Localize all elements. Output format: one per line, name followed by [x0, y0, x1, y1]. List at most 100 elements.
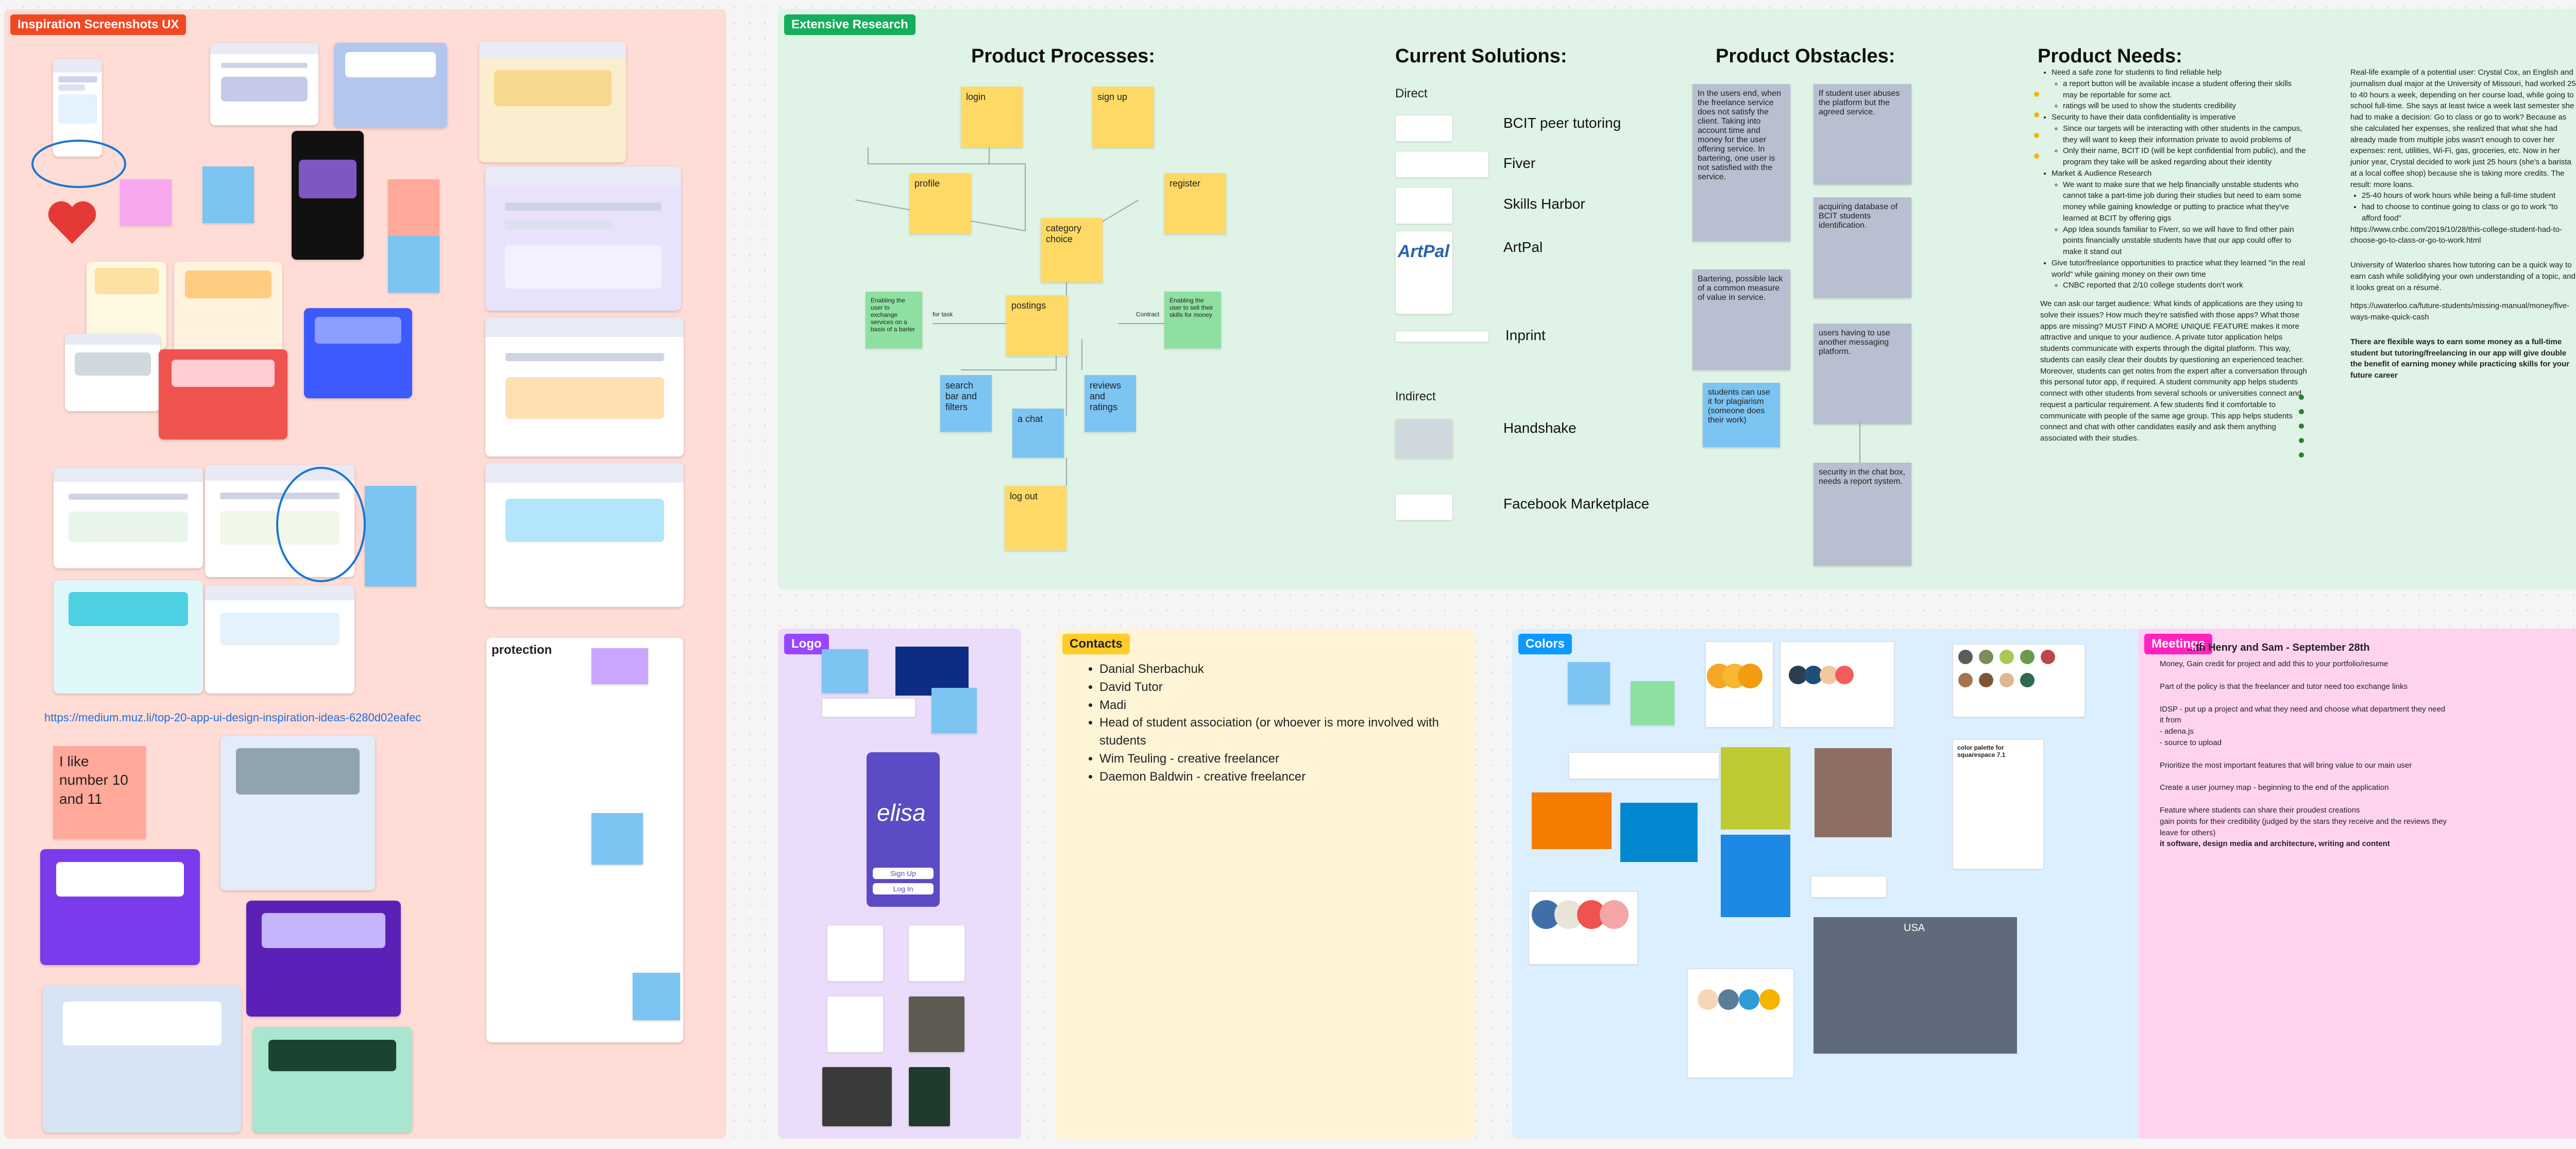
- color-swatch[interactable]: [1999, 673, 2014, 687]
- logo-concept[interactable]: [908, 1067, 951, 1127]
- flow-node-chat[interactable]: a chat: [1012, 409, 1064, 458]
- flow-node-profile[interactable]: profile: [909, 173, 971, 234]
- flow-node-reviews[interactable]: reviews and ratings: [1084, 375, 1136, 432]
- inspiration-screenshot[interactable]: [54, 580, 203, 694]
- flow-note-barter[interactable]: Enabling the user to exchange services o…: [866, 292, 922, 348]
- color-swatch[interactable]: [2041, 650, 2055, 664]
- inspiration-screenshot[interactable]: [43, 986, 241, 1133]
- sticky-note[interactable]: [591, 648, 648, 684]
- obstacle-note[interactable]: security in the chat box, needs a report…: [1814, 463, 1911, 566]
- flow-node-signup[interactable]: sign up: [1092, 87, 1154, 147]
- sticky-note[interactable]: [931, 688, 977, 733]
- flow-node-search[interactable]: search bar and filters: [940, 375, 992, 432]
- flow-note-sell[interactable]: Enabling the user to sell their skills f…: [1164, 292, 1221, 348]
- logo-concept[interactable]: [822, 1067, 892, 1127]
- obstacle-note[interactable]: Bartering, possible lack of a common mea…: [1692, 269, 1790, 370]
- meeting-line: Prioritize the most important features t…: [2160, 761, 2412, 770]
- sticky-note[interactable]: [388, 236, 439, 293]
- elisa-app-screen[interactable]: elisa Sign Up Log In: [867, 752, 940, 907]
- flow-node-category[interactable]: category choice: [1041, 218, 1103, 282]
- inspiration-screenshot[interactable]: [485, 166, 681, 311]
- research-section: Extensive Research Product Processes: Cu…: [778, 9, 2576, 589]
- color-swatch[interactable]: [1958, 650, 1973, 664]
- waterloo-link[interactable]: https://uwaterloo.ca/future-students/mis…: [2350, 300, 2576, 323]
- example-link[interactable]: https://www.cnbc.com/2019/10/28/this-col…: [2350, 224, 2576, 247]
- inspiration-screenshot[interactable]: [334, 43, 447, 128]
- obstacle-note[interactable]: users having to use another messaging pl…: [1814, 324, 1911, 424]
- solution-card[interactable]: [1395, 331, 1489, 342]
- solution-name: Skills Harbor: [1503, 196, 1585, 212]
- elisa-signup-button[interactable]: Sign Up: [873, 868, 934, 879]
- color-swatch[interactable]: [1835, 666, 1854, 684]
- meetings-section: Meetings ...th Henry and Sam - September…: [2138, 629, 2576, 1139]
- obstacle-note[interactable]: students can use it for plagiarism (some…: [1703, 383, 1780, 447]
- solution-card[interactable]: [1395, 187, 1453, 224]
- sticky-note[interactable]: [365, 486, 416, 586]
- color-swatch[interactable]: [1759, 989, 1780, 1010]
- inspiration-screenshot[interactable]: [205, 585, 354, 694]
- color-swatch[interactable]: [1739, 989, 1759, 1010]
- inspiration-screenshot[interactable]: [485, 463, 684, 607]
- logo-concept[interactable]: [908, 996, 965, 1053]
- color-swatch[interactable]: [1738, 664, 1762, 688]
- sticky-like-note[interactable]: I like number 10 and 11: [53, 746, 146, 839]
- solution-card[interactable]: [1395, 151, 1489, 178]
- solution-card[interactable]: [1395, 419, 1453, 459]
- obstacle-note[interactable]: In the users end, when the freelance ser…: [1692, 84, 1790, 241]
- solution-card[interactable]: [1395, 494, 1453, 520]
- color-swatch[interactable]: [1979, 650, 1993, 664]
- section-label-inspiration[interactable]: Inspiration Screenshots UX: [10, 14, 187, 35]
- flow-node-logout[interactable]: log out: [1005, 486, 1066, 550]
- color-swatch[interactable]: [2020, 650, 2035, 664]
- flow-node-register[interactable]: register: [1164, 173, 1226, 234]
- inspiration-screenshot[interactable]: [210, 43, 318, 125]
- inspiration-screenshot[interactable]: [252, 1027, 412, 1133]
- color-swatch[interactable]: [1999, 650, 2014, 664]
- inspiration-screenshot[interactable]: [246, 901, 401, 1017]
- obstacle-note[interactable]: acquiring database of BCIT students iden…: [1814, 197, 1911, 298]
- color-swatch[interactable]: [1979, 673, 1993, 687]
- meeting-line: Part of the policy is that the freelance…: [2160, 682, 2408, 691]
- sticky-note[interactable]: [822, 649, 868, 693]
- sticky-note[interactable]: [591, 813, 643, 865]
- inspiration-screenshot[interactable]: [292, 131, 364, 260]
- inspiration-screenshot[interactable]: [221, 736, 375, 890]
- section-label-contacts[interactable]: Contacts: [1062, 634, 1130, 654]
- inspiration-screenshot[interactable]: [65, 334, 160, 411]
- inspiration-screenshot[interactable]: [54, 468, 203, 568]
- obstacle-connector: [1859, 421, 1860, 463]
- elisa-login-button[interactable]: Log In: [873, 883, 934, 894]
- sticky-note[interactable]: [388, 179, 439, 236]
- example-bullet: 25-40 hours of work hours while being a …: [2362, 190, 2576, 201]
- inspiration-link[interactable]: https://medium.muz.li/top-20-app-ui-desi…: [44, 711, 421, 724]
- color-swatch[interactable]: [1600, 900, 1629, 929]
- sticky-note[interactable]: [633, 973, 680, 1020]
- color-swatch[interactable]: [1958, 673, 1973, 687]
- sticky-note[interactable]: [202, 166, 254, 223]
- contacts-section: Contacts Danial Sherbachuk David Tutor M…: [1056, 629, 1475, 1139]
- logo-concept[interactable]: [908, 925, 965, 982]
- flow-node-login[interactable]: login: [961, 87, 1023, 147]
- inspiration-screenshot[interactable]: [40, 849, 200, 965]
- colors-section: Colors USA color palette for squarespace…: [1512, 629, 2172, 1139]
- solution-card[interactable]: [1395, 115, 1453, 142]
- obstacles-heading: Product Obstacles:: [1716, 45, 1895, 67]
- needs-item: Since our targets will be interacting wi…: [2063, 123, 2308, 146]
- inspiration-screenshot[interactable]: [485, 317, 684, 457]
- logo-note[interactable]: [822, 698, 916, 717]
- inspiration-screenshot[interactable]: [304, 308, 412, 398]
- color-swatch[interactable]: [1698, 989, 1718, 1010]
- example-bullet: had to choose to continue going to class…: [2362, 201, 2576, 224]
- logo-concept[interactable]: [827, 996, 884, 1053]
- inspiration-screenshot[interactable]: [174, 262, 282, 354]
- flow-node-postings[interactable]: postings: [1006, 295, 1068, 356]
- solution-card-artpal[interactable]: ArtPal: [1395, 231, 1453, 314]
- contact-item: Daemon Baldwin - creative freelancer: [1099, 768, 1460, 786]
- logo-concept[interactable]: [827, 925, 884, 982]
- color-swatch[interactable]: [1718, 989, 1739, 1010]
- color-swatch[interactable]: [2020, 673, 2035, 687]
- inspiration-screenshot[interactable]: [479, 41, 626, 162]
- inspiration-screenshot[interactable]: [159, 349, 287, 440]
- obstacle-note[interactable]: If student user abuses the platform but …: [1814, 84, 1911, 184]
- protection-label: protection: [492, 643, 552, 657]
